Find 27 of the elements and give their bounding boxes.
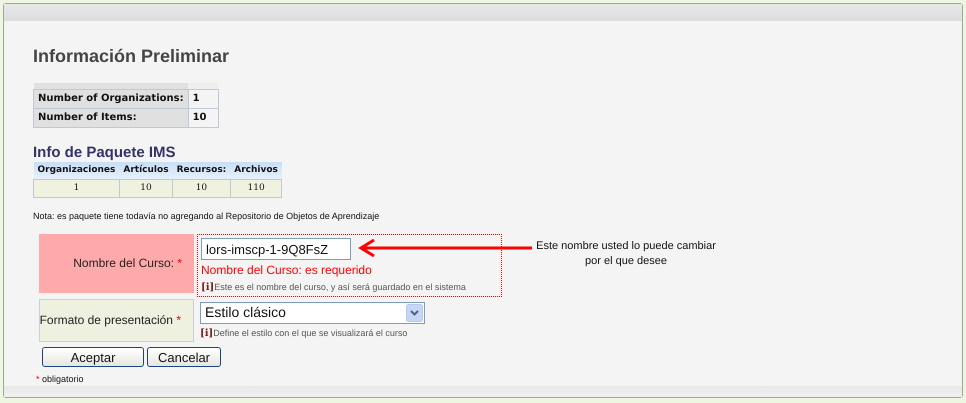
table-cell: 110 — [230, 180, 282, 198]
table-cell: 10 — [172, 180, 230, 198]
section-title: Info de Paquete IMS — [33, 144, 177, 162]
help-text: [i]Este es el nombre del curso, y así será guardado en el sistema — [201, 280, 466, 295]
column-header: Recursos: — [172, 162, 230, 180]
column-header: Artículos — [119, 162, 173, 180]
field-label: Nombre del Curso: * — [73, 255, 182, 272]
column-header: Organizaciones — [34, 162, 120, 180]
column-header: Archivos — [230, 162, 282, 180]
table-cell: 1 — [188, 89, 218, 108]
select-field[interactable]: Estilo clásico — [200, 302, 425, 324]
text-field[interactable]: lors-imscp-1-9Q8FsZ — [201, 238, 351, 260]
field-label: Formato de presentación * — [40, 312, 181, 330]
table-cell: 1 — [34, 180, 120, 198]
annotation-text: Este nombre usted lo puede cambiar por el que desee — [536, 239, 716, 270]
error-message: Nombre del Curso: es requerido — [201, 262, 373, 278]
required-legend: * obligatorio — [36, 372, 962, 386]
note-text: Nota: es paquete tiene todavía no agregando al Repositorio de Objetos de Aprendizaje — [33, 210, 380, 224]
page-title: Información Preliminar — [33, 45, 230, 68]
table-cell: 10 — [119, 180, 173, 198]
table-cell: 10 — [188, 108, 218, 128]
help-text: [i]Define el estilo con el que se visualizará el curso — [200, 326, 408, 341]
form-button[interactable]: Cancelar — [147, 346, 221, 367]
form-button[interactable]: Aceptar — [42, 346, 144, 367]
table-cell: Number of Organizations: — [34, 89, 188, 108]
table-cell: Number of Items: — [34, 108, 188, 128]
caret-icon — [406, 304, 423, 322]
